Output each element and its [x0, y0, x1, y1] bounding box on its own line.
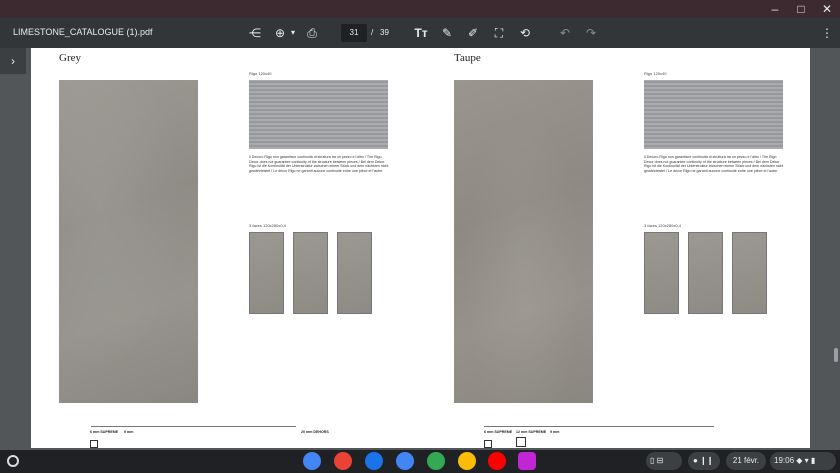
face-image [644, 232, 679, 314]
rigo-label: Rigo 120x40 [249, 71, 272, 76]
window-titlebar: – □ ✕ [0, 0, 840, 18]
calendar-icon[interactable] [365, 452, 383, 470]
text-icon[interactable]: Tт [413, 25, 429, 41]
face-image [337, 232, 372, 314]
rigo-description: Il Decoro Rigo non garantisce continuità… [249, 155, 389, 173]
document-title: LIMESTONE_CATALOGUE (1).pdf [13, 27, 153, 37]
divider [91, 426, 296, 427]
sidebar-toggle-button[interactable]: › [0, 48, 26, 74]
spec-label: 20 mm DEHORS [301, 430, 329, 434]
spec-label: 6 mm SUPREME [90, 430, 119, 434]
redo-icon[interactable]: ↷ [583, 25, 599, 41]
page-total: 39 [380, 28, 389, 37]
color-title: Grey [59, 52, 81, 64]
spec-label: 9 mm [124, 430, 134, 434]
face-image [732, 232, 767, 314]
pdf-page: Grey Rigo 120x40 Il Decoro Rigo non gara… [31, 48, 810, 448]
chevron-down-icon[interactable]: ▾ [285, 25, 301, 41]
more-icon[interactable]: ⋮ [819, 25, 835, 41]
rigo-image [249, 80, 388, 149]
highlighter-icon[interactable]: ✎ [439, 25, 455, 41]
spec-checkbox [90, 440, 98, 448]
system-shelf: ▯ ⊟ ● ❙❙ 21 févr. 19:06 ◆ ▾ ▮ [0, 450, 840, 473]
slab-image [454, 80, 593, 403]
gmail-icon[interactable] [334, 452, 352, 470]
media-controls[interactable]: ● ❙❙ [688, 452, 720, 470]
youtube-icon[interactable] [488, 452, 506, 470]
crop-icon[interactable]: ⛶ [491, 25, 507, 41]
play-store-icon[interactable] [458, 452, 476, 470]
page-separator: / [371, 28, 374, 37]
faces-label: 3 faces 120x280x0,4 [249, 223, 286, 228]
date-badge[interactable]: 21 févr. [726, 452, 766, 470]
clock: 19:06 [774, 456, 795, 465]
files-icon[interactable] [396, 452, 414, 470]
rigo-description: Il Decoro Rigo non garantisce continuità… [644, 155, 784, 173]
print-icon[interactable]: ⎙ [304, 25, 320, 41]
tray-item[interactable]: ▯ ⊟ [646, 452, 682, 470]
pen-icon[interactable]: ✐ [465, 25, 481, 41]
face-image [293, 232, 328, 314]
pdf-toolbar: LIMESTONE_CATALOGUE (1).pdf ⋲ ⊕ ▾ ⎙ Tт ✎… [0, 18, 840, 48]
system-tray[interactable]: 19:06 ◆ ▾ ▮ [770, 452, 836, 470]
launcher-icon[interactable] [7, 455, 19, 467]
chrome-icon[interactable] [303, 452, 321, 470]
rigo-label: Rigo 120x40 [644, 71, 667, 76]
page-number-input[interactable]: 31 [341, 24, 367, 42]
close-button[interactable]: ✕ [820, 2, 834, 16]
maximize-button[interactable]: □ [794, 2, 808, 16]
color-title: Taupe [454, 52, 481, 64]
minimize-button[interactable]: – [768, 2, 782, 16]
faces-label: 3 faces 120x280x0,4 [644, 223, 681, 228]
section-grey: Grey Rigo 120x40 Il Decoro Rigo non gara… [31, 48, 411, 448]
undo-icon[interactable]: ↶ [557, 25, 573, 41]
slab-image [59, 80, 198, 403]
photos-icon[interactable] [427, 452, 445, 470]
spec-label: 12 mm SUPREME [516, 430, 547, 434]
divider [484, 426, 714, 427]
spec-checkbox [484, 440, 492, 448]
face-image [249, 232, 284, 314]
section-taupe: Taupe Rigo 120x40 Il Decoro Rigo non gar… [426, 48, 806, 448]
app-icon[interactable] [518, 452, 536, 470]
share-icon[interactable]: ⋲ [247, 25, 263, 41]
ai-icon[interactable]: ⟲ [517, 25, 533, 41]
spec-checkbox [516, 437, 526, 447]
spec-label: 6 mm SUPREME [484, 430, 513, 434]
face-image [688, 232, 723, 314]
window-controls: – □ ✕ [768, 2, 834, 16]
rigo-image [644, 80, 783, 149]
network-icon: ◆ ▾ ▮ [796, 456, 816, 465]
pdf-viewer[interactable]: › Grey Rigo 120x40 Il Decoro Rigo non ga… [0, 48, 840, 450]
spec-label: 9 mm [550, 430, 560, 434]
scrollbar-thumb[interactable] [834, 348, 838, 362]
